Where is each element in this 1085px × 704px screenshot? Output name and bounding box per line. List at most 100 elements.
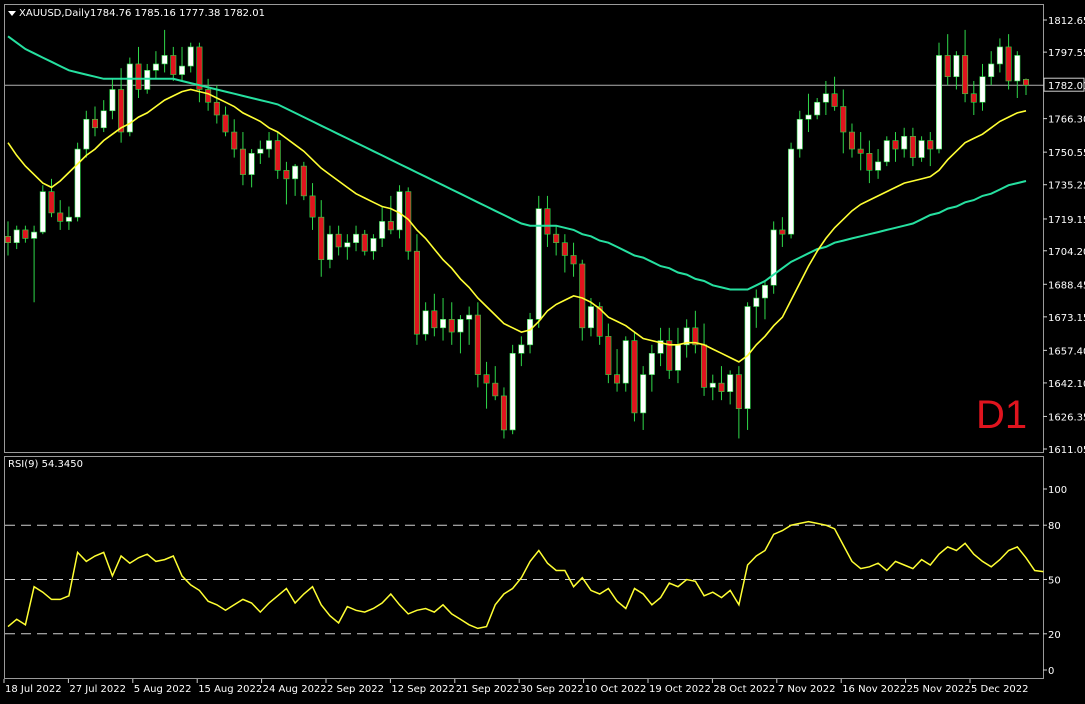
candle-bear bbox=[848, 131, 855, 150]
candle-bull bbox=[31, 231, 38, 239]
price-tick-label: 1812.65 bbox=[1048, 16, 1085, 27]
candle-bull bbox=[875, 161, 882, 171]
price-tick-label: 1782.01 bbox=[1048, 81, 1085, 92]
candle-bear bbox=[231, 131, 238, 150]
candle-bull bbox=[753, 297, 760, 307]
candle-bull bbox=[248, 153, 255, 175]
candle-bear bbox=[631, 340, 638, 414]
candle-bear bbox=[892, 140, 899, 150]
candle-bear bbox=[735, 374, 742, 409]
candle-bear bbox=[553, 233, 560, 243]
candle-bear bbox=[718, 382, 725, 392]
candle-bear bbox=[474, 314, 481, 375]
date-tick-label: 2 Sep 2022 bbox=[327, 684, 384, 695]
candle-bear bbox=[1005, 46, 1012, 82]
candle-bull bbox=[883, 140, 890, 163]
date-tick-label: 30 Sep 2022 bbox=[520, 684, 583, 695]
candle-bull bbox=[953, 55, 960, 78]
symbol-title: XAUUSD,Daily bbox=[19, 8, 90, 19]
candle-bear bbox=[500, 395, 507, 431]
candle-bull bbox=[761, 284, 768, 299]
date-tick-label: 12 Sep 2022 bbox=[391, 684, 454, 695]
candle-bear bbox=[222, 114, 229, 133]
candle-bull bbox=[292, 165, 299, 180]
rsi-tick-label: 80 bbox=[1048, 521, 1061, 532]
candle-bull bbox=[796, 118, 803, 150]
candle-bear bbox=[118, 89, 125, 133]
date-tick-label: 5 Dec 2022 bbox=[971, 684, 1029, 695]
candle-bear bbox=[857, 148, 864, 154]
candle-bear bbox=[196, 46, 203, 90]
price-tick-label: 1797.55 bbox=[1048, 48, 1085, 59]
date-tick-label: 5 Aug 2022 bbox=[134, 684, 192, 695]
candle-bear bbox=[57, 212, 64, 222]
price-tick-label: 1766.30 bbox=[1048, 115, 1085, 126]
candle-bull bbox=[788, 148, 795, 235]
candle-bear bbox=[135, 63, 142, 90]
candle-bull bbox=[918, 140, 925, 158]
candle-bull bbox=[179, 65, 186, 75]
candle-bear bbox=[701, 344, 708, 388]
date-tick-label: 19 Oct 2022 bbox=[649, 684, 711, 695]
candle-bull bbox=[457, 318, 464, 333]
date-tick-label: 25 Nov 2022 bbox=[907, 684, 971, 695]
candle-bull bbox=[83, 118, 90, 150]
rsi-tick-label: 0 bbox=[1048, 666, 1054, 677]
candle-bull bbox=[805, 114, 812, 120]
candle-bull bbox=[187, 46, 194, 67]
candle-bull bbox=[527, 318, 534, 346]
candle-bear bbox=[335, 233, 342, 248]
price-tick-label: 1611.05 bbox=[1048, 445, 1085, 456]
rsi-tick-label: 100 bbox=[1048, 485, 1067, 496]
candle-bull bbox=[822, 93, 829, 103]
candle-bull bbox=[440, 318, 447, 329]
candle-bear bbox=[300, 165, 307, 197]
candle-bull bbox=[326, 233, 333, 261]
date-tick-label: 15 Aug 2022 bbox=[198, 684, 262, 695]
rsi-tick-label: 20 bbox=[1048, 630, 1061, 641]
candle-bull bbox=[266, 140, 273, 150]
candle-bear bbox=[309, 195, 316, 218]
date-tick-label: 18 Jul 2022 bbox=[5, 684, 62, 695]
candle-bear bbox=[614, 374, 621, 384]
candle-bear bbox=[274, 140, 281, 171]
candle-bull bbox=[935, 55, 942, 150]
price-tick-label: 1719.15 bbox=[1048, 215, 1085, 226]
rsi-tick-label: 50 bbox=[1048, 576, 1061, 587]
candle-bull bbox=[709, 382, 716, 388]
candle-bull bbox=[640, 374, 647, 414]
price-tick-label: 1704.20 bbox=[1048, 247, 1085, 258]
candle-bull bbox=[674, 344, 681, 371]
candle-bear bbox=[492, 382, 499, 397]
candle-bull bbox=[379, 221, 386, 239]
candle-bear bbox=[1023, 79, 1029, 86]
price-tick-label: 1626.35 bbox=[1048, 412, 1085, 423]
chart-window: 1812.65 1797.55 1782.01 1766.30 1750.55 1735.… bbox=[0, 0, 1085, 700]
candle-bull bbox=[518, 344, 525, 354]
candle-bear bbox=[970, 93, 977, 103]
rsi-label: RSI(9) 54.3450 bbox=[8, 459, 83, 470]
date-tick-label: 21 Sep 2022 bbox=[456, 684, 519, 695]
price-tick-label: 1750.55 bbox=[1048, 148, 1085, 159]
candle-bull bbox=[622, 340, 629, 384]
candle-bull bbox=[161, 55, 168, 65]
price-tick-label: 1673.15 bbox=[1048, 313, 1085, 324]
candle-bear bbox=[944, 55, 951, 78]
candle-bull bbox=[109, 89, 116, 112]
candle-bull bbox=[344, 242, 351, 248]
candle-bull bbox=[587, 306, 594, 329]
candle-bear bbox=[431, 310, 438, 329]
chart-background bbox=[0, 0, 1085, 700]
candle-bear bbox=[48, 191, 55, 214]
candle-bear bbox=[5, 236, 11, 243]
candle-bull bbox=[257, 148, 264, 154]
candle-bear bbox=[579, 263, 586, 329]
candle-bear bbox=[570, 255, 577, 265]
candle-bear bbox=[840, 106, 847, 133]
candle-bull bbox=[144, 70, 151, 90]
candle-bull bbox=[727, 374, 734, 392]
date-tick-label: 27 Jul 2022 bbox=[69, 684, 126, 695]
candle-bull bbox=[100, 110, 107, 129]
candle-bull bbox=[13, 229, 20, 243]
timeframe-label: D1 bbox=[976, 393, 1027, 437]
